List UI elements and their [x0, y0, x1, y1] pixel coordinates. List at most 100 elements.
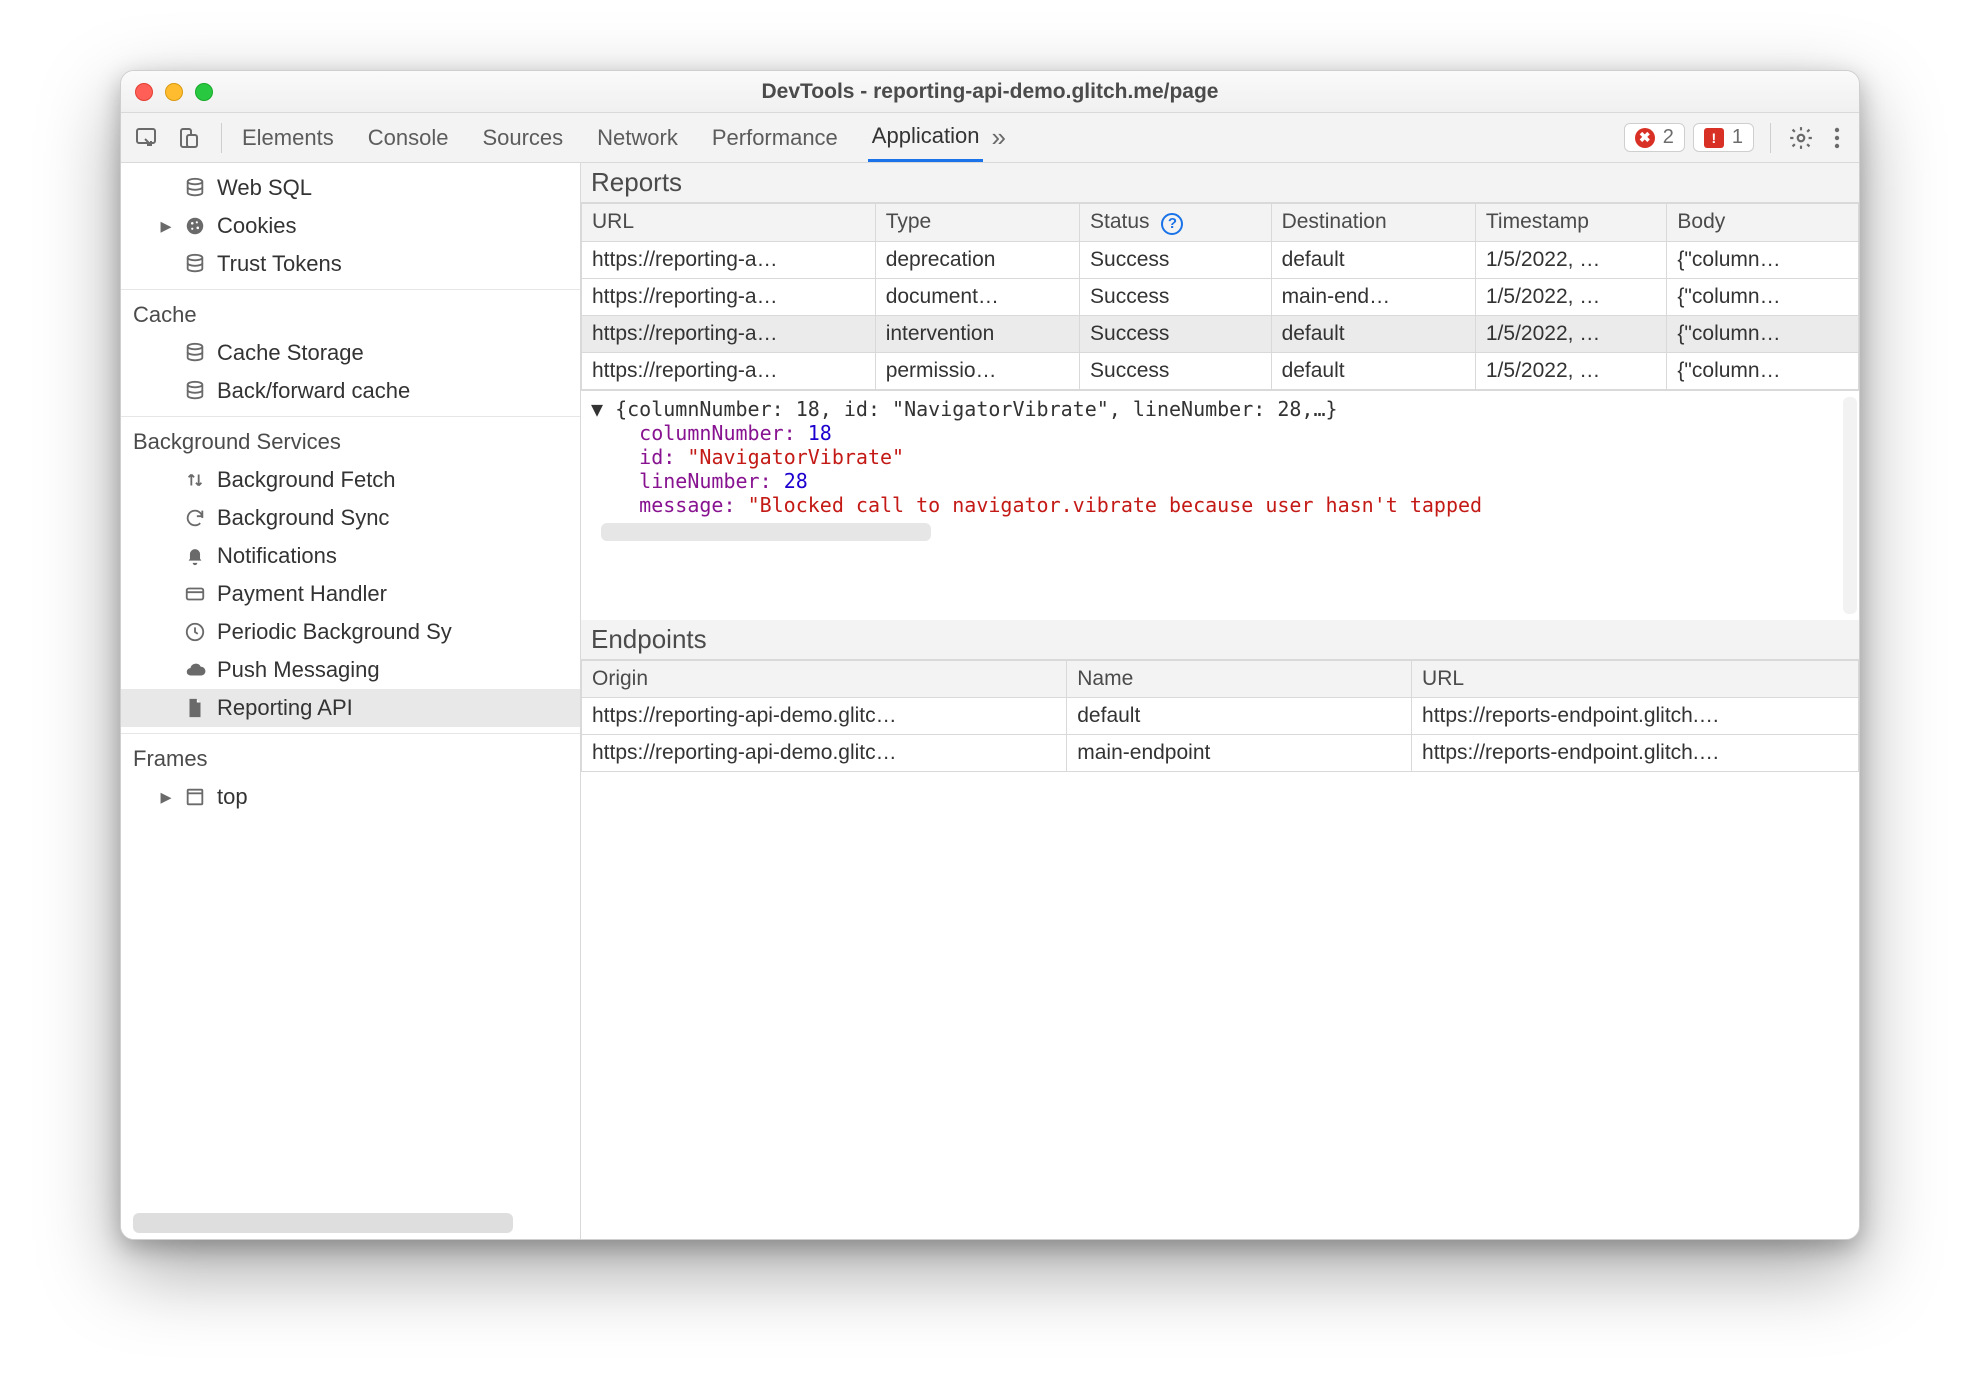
sidebar-section-title-bg: Background Services: [121, 423, 580, 461]
database-icon: [183, 379, 207, 403]
reports-col-body[interactable]: Body: [1667, 204, 1859, 242]
issues-count-pill[interactable]: ! 1: [1693, 123, 1754, 152]
endpoints-col-name[interactable]: Name: [1067, 660, 1412, 697]
issues-icon: !: [1704, 128, 1724, 148]
sidebar-item-trust-tokens[interactable]: ▸Trust Tokens: [121, 245, 580, 283]
sidebar-item-payment-handler[interactable]: ▸Payment Handler: [121, 575, 580, 613]
sync-icon: [183, 506, 207, 530]
reports-cell-ts: 1/5/2022, …: [1475, 278, 1667, 315]
endpoints-cell-name: default: [1067, 697, 1412, 734]
device-toggle-icon[interactable]: [171, 121, 205, 155]
reports-row[interactable]: https://reporting-a…interventionSuccessd…: [582, 315, 1859, 352]
reports-cell-ts: 1/5/2022, …: [1475, 241, 1667, 278]
endpoints-cell-url: https://reports-endpoint.glitch.…: [1412, 697, 1859, 734]
tab-application[interactable]: Application: [868, 113, 984, 162]
sidebar-item-top[interactable]: ▸top: [121, 778, 580, 816]
close-window-button[interactable]: [135, 83, 153, 101]
updown-icon: [183, 468, 207, 492]
sidebar-item-label: Background Sync: [217, 505, 389, 531]
reporting-api-main: Reports URL Type Status ?: [581, 163, 1859, 1239]
reports-cell-url: https://reporting-a…: [582, 241, 876, 278]
status-help-icon[interactable]: ?: [1161, 213, 1183, 235]
sidebar-item-label: Push Messaging: [217, 657, 380, 683]
sidebar-item-background-sync[interactable]: ▸Background Sync: [121, 499, 580, 537]
reports-row[interactable]: https://reporting-a…deprecationSuccessde…: [582, 241, 1859, 278]
endpoints-col-url[interactable]: URL: [1412, 660, 1859, 697]
database-icon: [183, 252, 207, 276]
sidebar-item-cache-storage[interactable]: ▸Cache Storage: [121, 334, 580, 372]
card-icon: [183, 582, 207, 606]
endpoints-section: Endpoints Origin Name URL https://report…: [581, 620, 1859, 1240]
reports-table: URL Type Status ? Destination Timestamp …: [581, 203, 1859, 390]
endpoints-cell-origin: https://reporting-api-demo.glitc…: [582, 697, 1067, 734]
detail-vscrollbar[interactable]: [1843, 397, 1857, 614]
frame-icon: [183, 785, 207, 809]
detail-hscrollbar[interactable]: [601, 523, 931, 541]
sidebar-hscroll-indicator[interactable]: [133, 1213, 513, 1233]
sidebar-item-periodic-background-sy[interactable]: ▸Periodic Background Sy: [121, 613, 580, 651]
inspect-icon[interactable]: [129, 121, 163, 155]
sidebar-item-reporting-api[interactable]: ▸Reporting API: [121, 689, 580, 727]
endpoints-cell-url: https://reports-endpoint.glitch.…: [1412, 734, 1859, 771]
tab-sources[interactable]: Sources: [478, 113, 567, 162]
window-controls: [135, 83, 213, 101]
endpoints-table: Origin Name URL https://reporting-api-de…: [581, 660, 1859, 772]
more-tabs-icon[interactable]: »: [991, 122, 1005, 153]
reports-row[interactable]: https://reporting-a…permissio…Successdef…: [582, 352, 1859, 389]
error-count-pill[interactable]: ✖ 2: [1624, 123, 1685, 152]
sidebar-item-push-messaging[interactable]: ▸Push Messaging: [121, 651, 580, 689]
reports-col-type[interactable]: Type: [875, 204, 1079, 242]
sidebar-item-label: Cache Storage: [217, 340, 364, 366]
reports-cell-status: Success: [1080, 352, 1272, 389]
reports-panel-title: Reports: [581, 163, 1859, 203]
tab-network[interactable]: Network: [593, 113, 682, 162]
reports-col-destination[interactable]: Destination: [1271, 204, 1475, 242]
reports-cell-dest: default: [1271, 352, 1475, 389]
reports-col-timestamp[interactable]: Timestamp: [1475, 204, 1667, 242]
reports-cell-dest: default: [1271, 315, 1475, 352]
endpoints-row[interactable]: https://reporting-api-demo.glitc…default…: [582, 697, 1859, 734]
sidebar-section-bg: Background Services ▸Background Fetch▸Ba…: [121, 416, 580, 733]
more-menu-icon[interactable]: [1823, 124, 1851, 152]
endpoints-col-origin[interactable]: Origin: [582, 660, 1067, 697]
reports-cell-type: intervention: [875, 315, 1079, 352]
sidebar-item-notifications[interactable]: ▸Notifications: [121, 537, 580, 575]
settings-gear-icon[interactable]: [1787, 124, 1815, 152]
tab-elements[interactable]: Elements: [238, 113, 338, 162]
endpoints-row[interactable]: https://reporting-api-demo.glitc…main-en…: [582, 734, 1859, 771]
caret-icon: ▸: [159, 213, 173, 239]
sidebar-item-label: Notifications: [217, 543, 337, 569]
tab-performance[interactable]: Performance: [708, 113, 842, 162]
sidebar-section-frames: Frames ▸top: [121, 733, 580, 822]
sidebar-section-title-cache: Cache: [121, 296, 580, 334]
reports-row[interactable]: https://reporting-a…document…Successmain…: [582, 278, 1859, 315]
sidebar-item-web-sql[interactable]: ▸Web SQL: [121, 169, 580, 207]
file-icon: [183, 696, 207, 720]
bell-icon: [183, 544, 207, 568]
sidebar-item-label: Trust Tokens: [217, 251, 342, 277]
sidebar-section-storage: ▸Web SQL▸Cookies▸Trust Tokens: [121, 163, 580, 289]
sidebar-item-cookies[interactable]: ▸Cookies: [121, 207, 580, 245]
sidebar-item-background-fetch[interactable]: ▸Background Fetch: [121, 461, 580, 499]
cookie-icon: [183, 214, 207, 238]
reports-col-status-label: Status: [1090, 210, 1150, 233]
zoom-window-button[interactable]: [195, 83, 213, 101]
minimize-window-button[interactable]: [165, 83, 183, 101]
sidebar-item-label: Web SQL: [217, 175, 312, 201]
database-icon: [183, 176, 207, 200]
reports-cell-status: Success: [1080, 315, 1272, 352]
reports-col-status[interactable]: Status ?: [1080, 204, 1272, 242]
sidebar-item-label: top: [217, 784, 248, 810]
sidebar-item-back-forward-cache[interactable]: ▸Back/forward cache: [121, 372, 580, 410]
cloud-icon: [183, 658, 207, 682]
reports-col-url[interactable]: URL: [582, 204, 876, 242]
reports-cell-type: permissio…: [875, 352, 1079, 389]
endpoints-cell-name: main-endpoint: [1067, 734, 1412, 771]
reports-cell-dest: default: [1271, 241, 1475, 278]
reports-cell-status: Success: [1080, 241, 1272, 278]
devtools-tabs: Elements Console Sources Network Perform…: [238, 113, 983, 162]
endpoints-panel-title: Endpoints: [581, 620, 1859, 660]
report-detail-viewer[interactable]: ▼ {columnNumber: 18, id: "NavigatorVibra…: [581, 390, 1859, 620]
sidebar-item-label: Reporting API: [217, 695, 353, 721]
tab-console[interactable]: Console: [364, 113, 453, 162]
